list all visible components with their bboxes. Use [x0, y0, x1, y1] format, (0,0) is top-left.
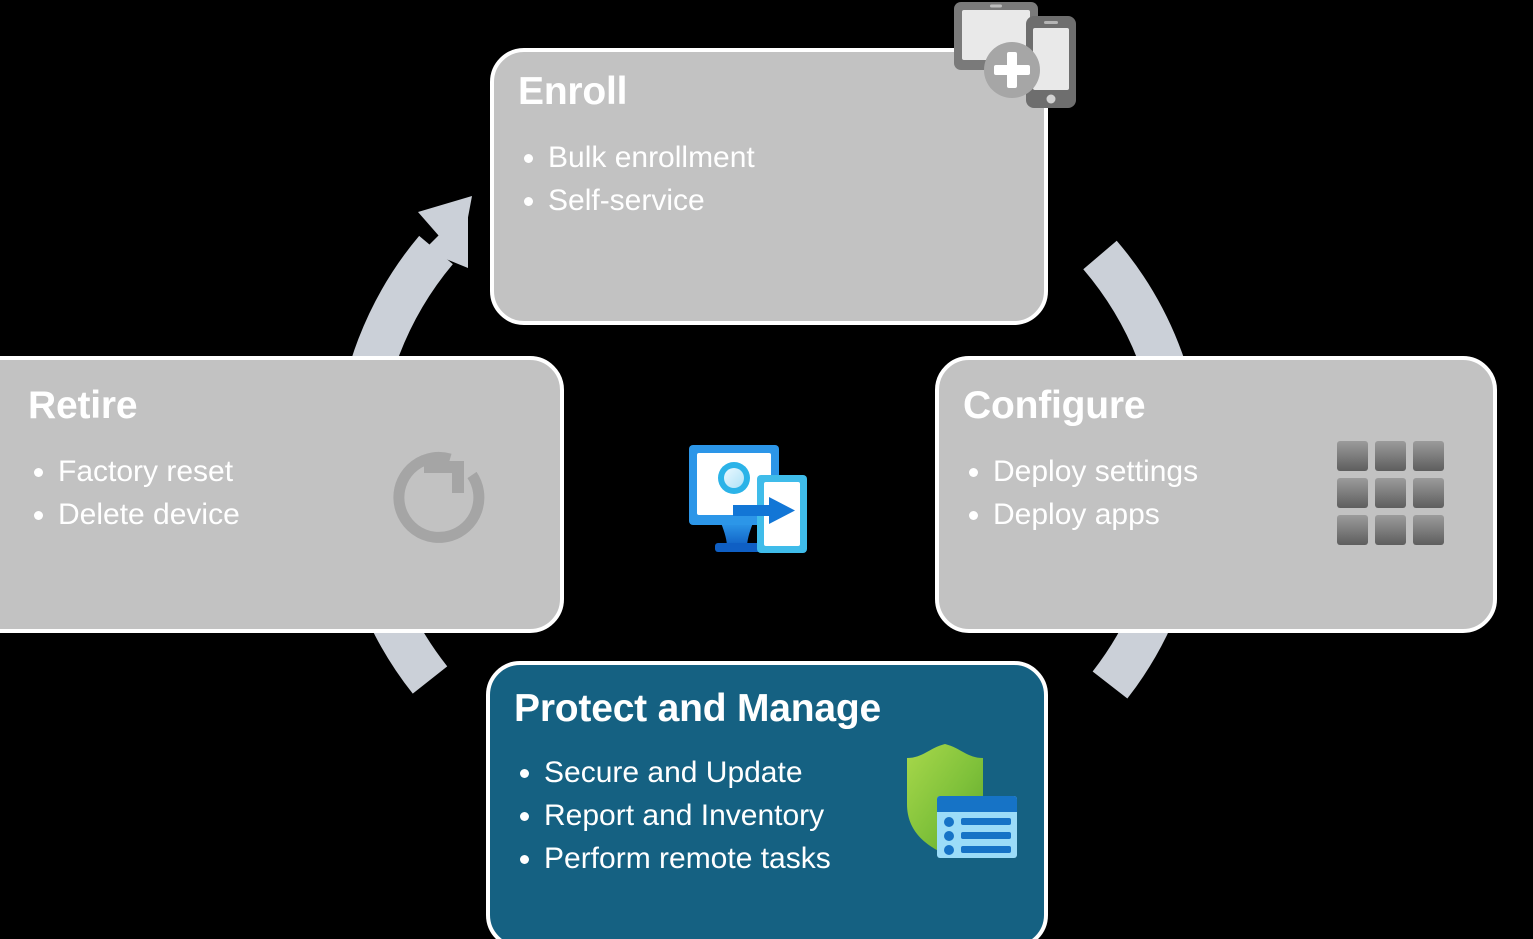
card-configure-list: Deploy settings Deploy apps — [963, 450, 1198, 536]
card-protect-list: Secure and Update Report and Inventory P… — [514, 751, 831, 880]
cycle-arrowhead-body — [424, 206, 468, 268]
list-item: Delete device — [28, 493, 240, 536]
list-item: Bulk enrollment — [518, 136, 755, 179]
list-item: Secure and Update — [514, 751, 831, 794]
card-protect-title: Protect and Manage — [514, 687, 881, 730]
app-grid-icon — [1337, 441, 1444, 545]
list-item: Deploy apps — [963, 493, 1198, 536]
list-item: Perform remote tasks — [514, 837, 831, 880]
cycle-arrowhead — [418, 196, 472, 260]
list-item: Report and Inventory — [514, 794, 831, 837]
card-enroll-list: Bulk enrollment Self-service — [518, 136, 755, 222]
device-management-monitor-icon — [689, 445, 807, 553]
card-configure-title: Configure — [963, 384, 1146, 427]
card-enroll-title: Enroll — [518, 70, 628, 113]
devices-add-icon — [954, 2, 1076, 108]
reset-circular-arrow-icon — [393, 451, 485, 543]
list-item: Factory reset — [28, 450, 240, 493]
card-retire-list: Factory reset Delete device — [28, 450, 240, 536]
device-lifecycle-diagram: Enroll Bulk enrollment Self-service Conf… — [0, 0, 1533, 939]
card-retire-title: Retire — [28, 384, 138, 427]
shield-report-icon — [907, 744, 1017, 858]
list-item: Deploy settings — [963, 450, 1198, 493]
list-item: Self-service — [518, 179, 755, 222]
